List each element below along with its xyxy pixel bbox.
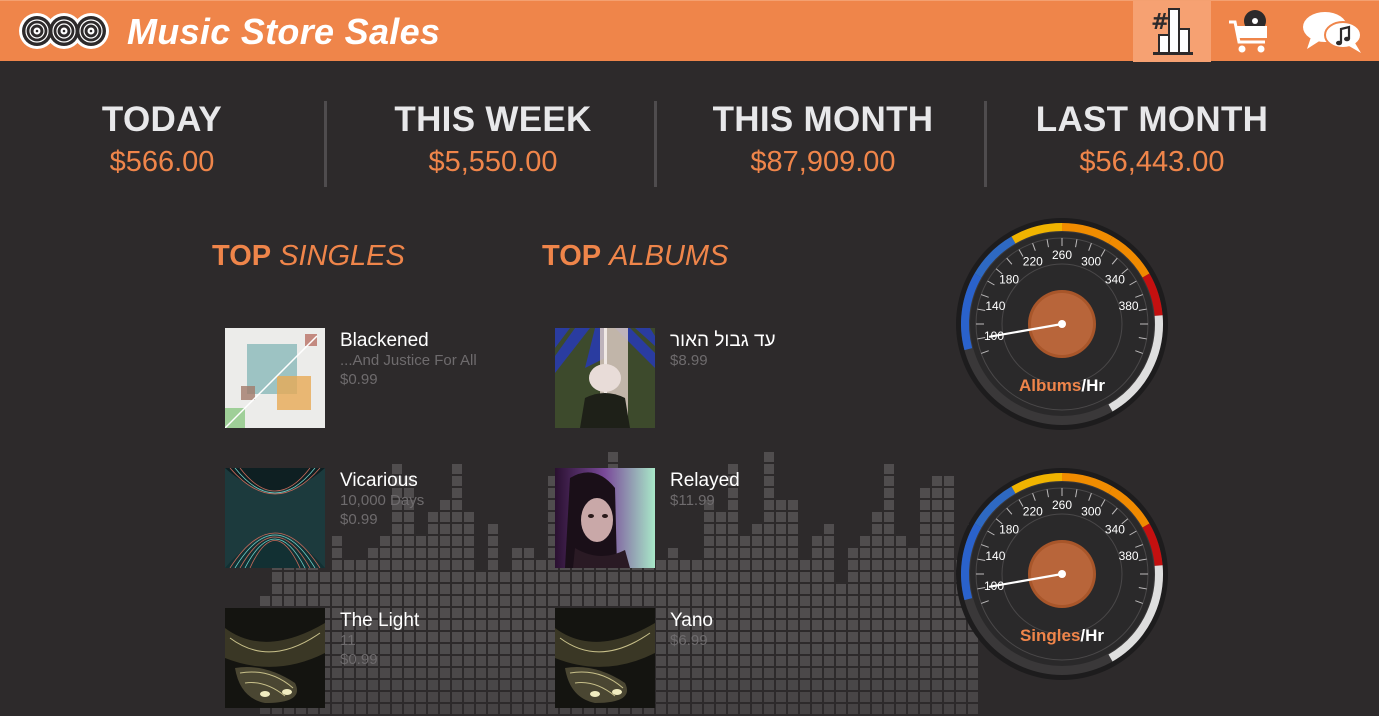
- single-item[interactable]: The Light 11 $0.99: [225, 608, 525, 708]
- song-title: Vicarious: [340, 470, 418, 491]
- stat-this-month: THIS MONTH $87,909.00: [658, 100, 988, 179]
- price: $0.99: [340, 371, 378, 388]
- gauge-label: Singles/Hr: [1019, 626, 1105, 645]
- album-title: Yano: [670, 610, 713, 631]
- single-item[interactable]: Blackened ...And Justice For All $0.99: [225, 328, 525, 428]
- price: $11.99: [670, 492, 715, 509]
- cart-button[interactable]: [1210, 1, 1288, 62]
- album-cover: [555, 468, 655, 568]
- stat-label: THIS WEEK: [394, 100, 592, 139]
- top-chart-icon: #: [1143, 7, 1201, 57]
- svg-text:#: #: [1151, 10, 1169, 35]
- stat-divider: [324, 101, 327, 187]
- stat-divider: [654, 101, 657, 187]
- gauge-tick-label: 180: [999, 273, 1019, 287]
- stat-label: LAST MONTH: [1035, 100, 1269, 139]
- gauge-tick-label: 300: [1081, 505, 1101, 519]
- stat-label: THIS MONTH: [712, 100, 934, 139]
- gauge-tick-label: 260: [1052, 498, 1072, 512]
- song-title: Blackened: [340, 330, 429, 351]
- app-title: Music Store Sales: [127, 11, 441, 52]
- records-logo-icon: [18, 10, 110, 52]
- chat-button[interactable]: [1294, 1, 1372, 62]
- album-item[interactable]: Yano $6.99: [555, 608, 855, 708]
- top-albums-heading: TOP ALBUMS: [542, 240, 729, 272]
- albums-per-hour-gauge: 100 140 180 220 260 300 340 380 Albums/Hr: [955, 218, 1169, 432]
- price: $6.99: [670, 632, 708, 649]
- gauge-label: Albums/Hr: [1019, 376, 1105, 395]
- stat-value: $5,550.00: [428, 146, 558, 178]
- album-cover: [225, 608, 325, 708]
- stat-this-week: THIS WEEK $5,550.00: [328, 100, 658, 179]
- album-cover: [225, 468, 325, 568]
- gauge-tick-label: 260: [1052, 248, 1072, 262]
- stat-today: TODAY $566.00: [0, 100, 327, 179]
- top-chart-button[interactable]: #: [1133, 1, 1211, 62]
- price: $0.99: [340, 511, 378, 528]
- stat-last-month: LAST MONTH $56,443.00: [987, 100, 1317, 179]
- song-title: The Light: [340, 610, 420, 631]
- single-item[interactable]: Vicarious 10,000 Days $0.99: [225, 468, 525, 568]
- stat-value: $566.00: [109, 146, 215, 178]
- stat-value: $56,443.00: [1079, 146, 1225, 178]
- album-name: 11: [340, 632, 356, 649]
- gauge-tick-label: 220: [1023, 505, 1043, 519]
- gauge-tick-label: 340: [1105, 523, 1125, 537]
- singles-per-hour-gauge: 100 140 180 220 260 300 340 380 Singles/Hr: [955, 468, 1169, 682]
- gauge-tick-label: 220: [1023, 255, 1043, 269]
- stat-value: $87,909.00: [750, 146, 896, 178]
- album-title: עד גבול האור: [670, 330, 776, 351]
- album-cover: [225, 328, 325, 428]
- album-title: Relayed: [670, 470, 740, 491]
- gauge-tick-label: 300: [1081, 255, 1101, 269]
- stat-label: TODAY: [101, 100, 223, 139]
- gauge-tick-label: 140: [985, 299, 1005, 313]
- gauge-tick-label: 180: [999, 523, 1019, 537]
- gauge-tick-label: 380: [1119, 549, 1139, 563]
- album-cover: [555, 328, 655, 428]
- album-name: 10,000 Days: [340, 492, 425, 509]
- cart-record-icon: [1227, 8, 1271, 56]
- app-header: Music Store Sales #: [0, 0, 1379, 62]
- gauge-tick-label: 140: [985, 549, 1005, 563]
- gauge-tick-label: 340: [1105, 273, 1125, 287]
- gauge-tick-label: 380: [1119, 299, 1139, 313]
- album-item[interactable]: Relayed $11.99: [555, 468, 855, 568]
- album-name: ...And Justice For All: [340, 352, 477, 369]
- album-item[interactable]: עד גבול האור $8.99: [555, 328, 855, 428]
- price: $8.99: [670, 352, 708, 369]
- album-cover: [555, 608, 655, 708]
- top-singles-heading: TOP SINGLES: [212, 240, 405, 272]
- chat-music-icon: [1301, 9, 1365, 55]
- price: $0.99: [340, 651, 378, 668]
